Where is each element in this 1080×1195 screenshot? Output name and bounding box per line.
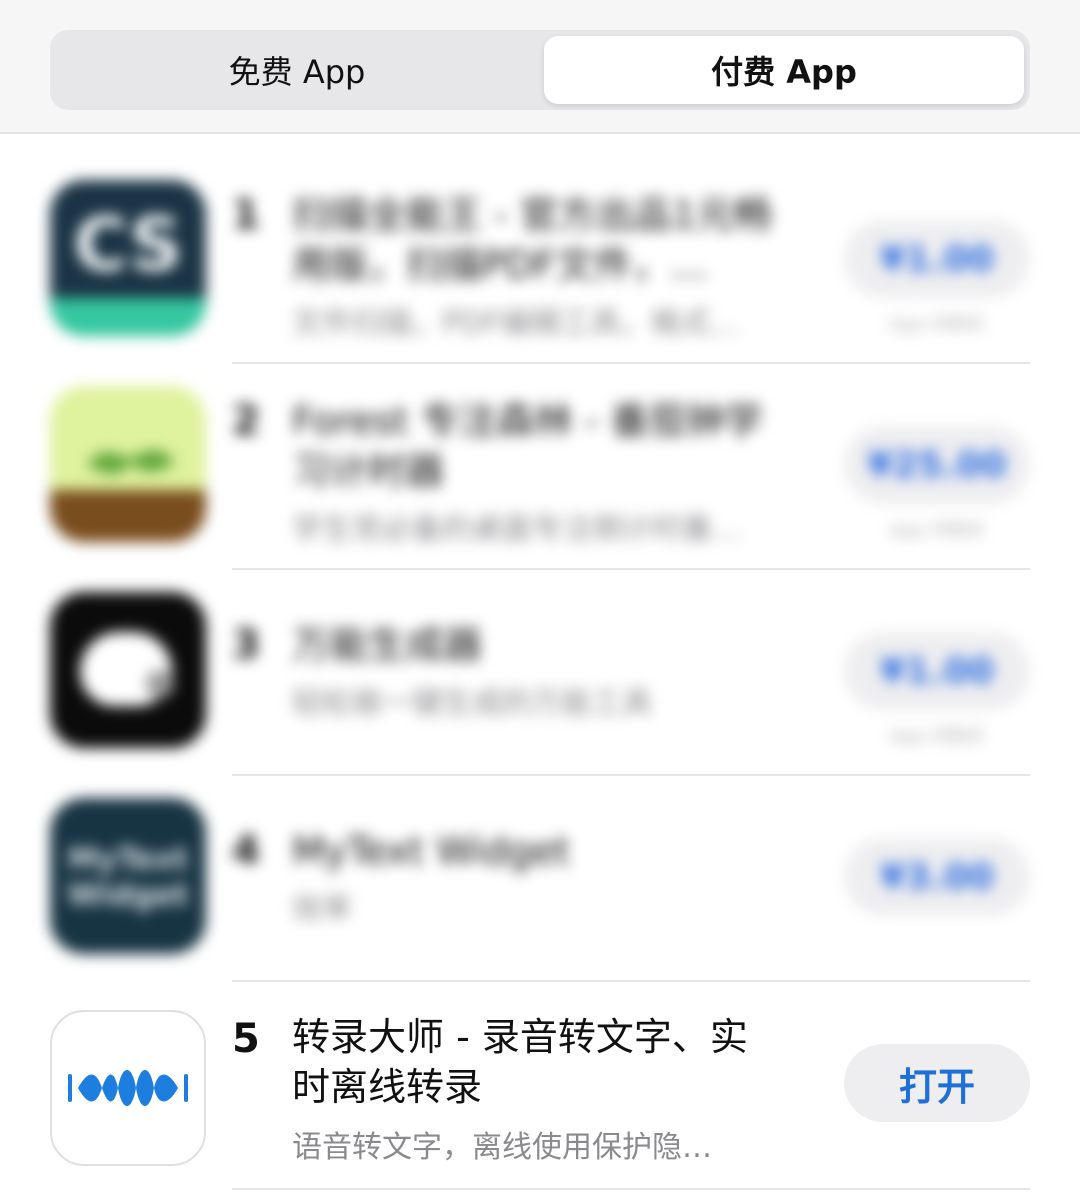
price-button[interactable]: ¥1.00 bbox=[844, 632, 1030, 710]
app-rank: 4 bbox=[232, 828, 260, 874]
app-name: 万能生成器 bbox=[292, 623, 483, 667]
app-type-segmented-control: 免费 App 付费 App bbox=[50, 30, 1030, 110]
open-app-button[interactable]: 打开 bbox=[844, 1044, 1030, 1122]
app-rank: 5 bbox=[232, 1016, 260, 1062]
divider bbox=[232, 568, 1030, 570]
list-item[interactable]: 3 万能生成器 轻松做一键生成的万能工具 ¥1.00 App 内购买 bbox=[0, 576, 1080, 782]
in-app-purchase-note: App 内购买 bbox=[889, 314, 985, 335]
app-name: 转录大师 - 录音转文字、实时离线转录 bbox=[292, 1015, 748, 1109]
divider bbox=[232, 774, 1030, 776]
app-subtitle: 语音转文字，离线使用保护隐… bbox=[292, 1130, 712, 1165]
app-subtitle: 学生党必备的桌面专注倒计时番… bbox=[292, 512, 742, 547]
app-subtitle: 效率 bbox=[292, 892, 352, 927]
list-item[interactable]: CS 1 扫描全能王 - 官方出品1元畅用版，扫描PDF文件，… 文件扫描，PD… bbox=[0, 164, 1080, 370]
list-item[interactable]: 5 转录大师 - 录音转文字、实时离线转录 语音转文字，离线使用保护隐… 打开 bbox=[0, 988, 1080, 1194]
price-button[interactable]: ¥1.00 bbox=[844, 220, 1030, 298]
forest-sprout-icon bbox=[50, 386, 206, 542]
price-button[interactable]: ¥3.00 bbox=[844, 838, 1030, 916]
mytext-widget-icon: MyText Widget bbox=[50, 798, 206, 954]
app-subtitle: 文件扫描，PDF编辑工具，格式… bbox=[292, 306, 741, 341]
in-app-purchase-note: App 内购买 bbox=[889, 520, 985, 541]
app-rank: 2 bbox=[232, 398, 260, 444]
app-name: 扫描全能王 - 官方出品1元畅用版，扫描PDF文件，… bbox=[292, 193, 773, 287]
sound-wave-icon bbox=[50, 1010, 206, 1166]
segment-paid-apps[interactable]: 付费 App bbox=[544, 36, 1024, 104]
list-item[interactable]: MyText Widget 4 MyText Widget 效率 ¥3.00 bbox=[0, 782, 1080, 988]
list-item[interactable]: 2 Forest 专注森林 - 番茄钟学习计时器 学生党必备的桌面专注倒计时番…… bbox=[0, 370, 1080, 576]
app-rank: 1 bbox=[232, 192, 260, 238]
in-app-purchase-note: App 内购买 bbox=[889, 726, 985, 747]
divider bbox=[232, 980, 1030, 982]
app-subtitle: 轻松做一键生成的万能工具 bbox=[292, 686, 652, 721]
top-paid-app-list: CS 1 扫描全能王 - 官方出品1元畅用版，扫描PDF文件，… 文件扫描，PD… bbox=[0, 134, 1080, 1195]
app-name: MyText Widget bbox=[292, 829, 571, 873]
app-rank: 3 bbox=[232, 622, 260, 668]
divider bbox=[232, 1188, 1030, 1190]
sound-wave-glyph bbox=[68, 1070, 188, 1106]
app-name: Forest 专注森林 - 番茄钟学习计时器 bbox=[292, 399, 763, 493]
divider bbox=[232, 362, 1030, 364]
generator-icon bbox=[50, 592, 206, 748]
header-bar: 免费 App 付费 App bbox=[0, 0, 1080, 134]
price-button[interactable]: ¥25.00 bbox=[844, 426, 1030, 504]
segment-free-apps[interactable]: 免费 App bbox=[56, 36, 538, 104]
cs-scanner-icon: CS bbox=[50, 180, 206, 336]
